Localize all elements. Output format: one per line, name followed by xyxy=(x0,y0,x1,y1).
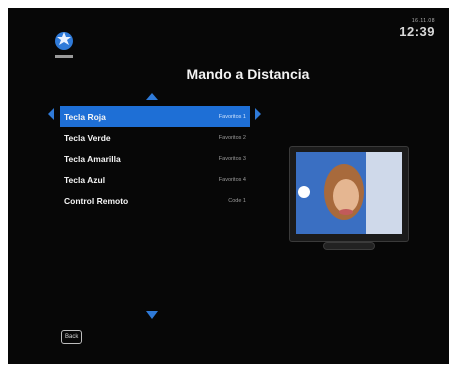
tv-preview-icon xyxy=(296,152,402,234)
menu-item-tecla-azul[interactable]: Tecla Azul Favoritos 4 xyxy=(60,169,250,190)
menu-item-label: Tecla Amarilla xyxy=(64,153,121,164)
chevron-left-icon[interactable] xyxy=(48,108,54,120)
menu-item-label: Control Remoto xyxy=(64,195,129,206)
menu-item-value: Favoritos 1 xyxy=(218,113,246,120)
menu-item-label: Tecla Azul xyxy=(64,174,106,185)
tv-preview xyxy=(290,147,408,251)
menu-item-tecla-amarilla[interactable]: Tecla Amarilla Favoritos 3 xyxy=(60,148,250,169)
settings-menu: Tecla Roja Favoritos 1 Tecla Verde Favor… xyxy=(60,106,250,211)
menu-item-value: Favoritos 4 xyxy=(218,176,246,183)
menu-item-label: Tecla Verde xyxy=(64,132,111,143)
menu-item-control-remoto[interactable]: Control Remoto Code 1 xyxy=(60,190,250,211)
chevron-right-icon[interactable] xyxy=(255,108,261,120)
globe-logo-icon xyxy=(51,29,77,65)
chevron-down-icon[interactable] xyxy=(146,311,158,319)
tv-stand xyxy=(324,243,374,249)
back-button[interactable]: Back xyxy=(61,330,83,344)
time-text: 12:39 xyxy=(399,24,435,39)
menu-item-tecla-verde[interactable]: Tecla Verde Favoritos 2 xyxy=(60,127,250,148)
page-title: Mando a Distancia xyxy=(186,66,310,82)
menu-item-value: Code 1 xyxy=(228,197,246,204)
menu-item-tecla-roja[interactable]: Tecla Roja Favoritos 1 xyxy=(60,106,250,127)
clock: 16.11.08 12:39 xyxy=(399,18,435,39)
menu-item-value: Favoritos 2 xyxy=(218,134,246,141)
screen-frame: 16.11.08 12:39 Mando a Distancia Tecla R… xyxy=(8,8,449,364)
menu-item-value: Favoritos 3 xyxy=(218,155,246,162)
menu-item-label: Tecla Roja xyxy=(64,111,106,122)
chevron-up-icon[interactable] xyxy=(146,93,158,100)
